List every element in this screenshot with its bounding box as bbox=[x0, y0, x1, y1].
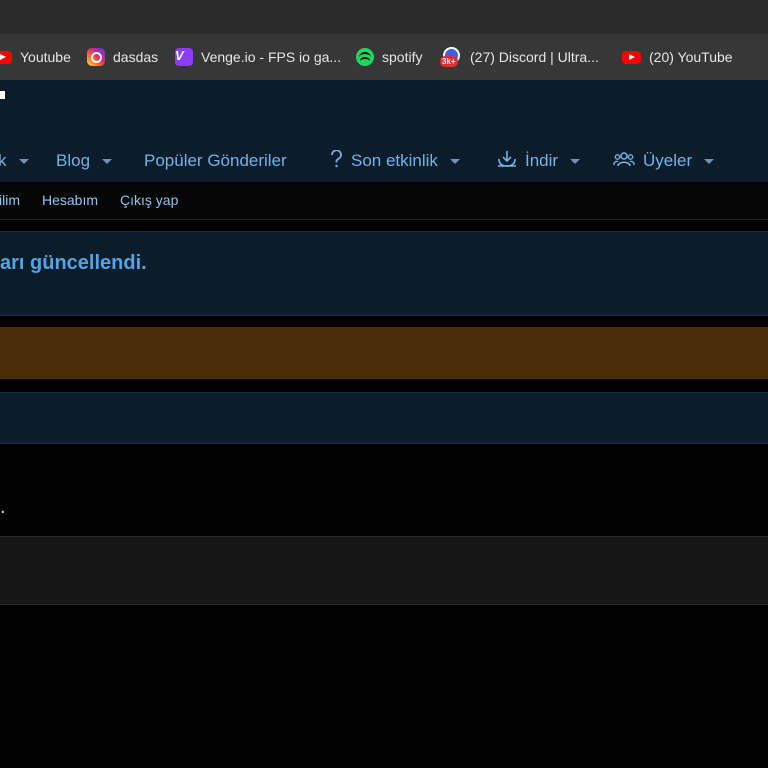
venge-icon: V bbox=[175, 48, 193, 66]
browser-title-bar bbox=[0, 0, 768, 34]
nav-label: Blog bbox=[56, 151, 91, 170]
bookmark-label: Venge.io - FPS io ga... bbox=[201, 49, 342, 65]
youtube-icon bbox=[0, 50, 12, 64]
content-block bbox=[0, 536, 768, 605]
nav-label: k bbox=[0, 151, 7, 170]
site-logo-fragment[interactable] bbox=[0, 91, 5, 99]
bookmark-label: dasdas bbox=[113, 49, 159, 65]
bookmark-venge[interactable]: V Venge.io - FPS io ga... bbox=[175, 34, 341, 80]
instagram-icon bbox=[87, 48, 105, 66]
chevron-down-icon[interactable] bbox=[704, 158, 715, 164]
subnav-link-profile[interactable]: ilim bbox=[0, 182, 20, 219]
bookmark-youtube[interactable]: Youtube bbox=[0, 34, 71, 80]
nav-label: Son etkinlik bbox=[351, 151, 438, 170]
nav-item-popular-posts[interactable]: Popüler Gönderiler bbox=[144, 148, 287, 174]
chevron-down-icon[interactable] bbox=[570, 158, 581, 164]
content-header-bar bbox=[0, 392, 768, 444]
users-icon bbox=[613, 151, 635, 172]
bookmarks-bar: Youtube dasdas V Venge.io - FPS io ga...… bbox=[0, 34, 768, 80]
notice-message: arı güncellendi. bbox=[0, 252, 147, 274]
bookmark-discord[interactable]: 3k+ (27) Discord | Ultra... bbox=[440, 34, 599, 80]
nav-item-forum[interactable]: k bbox=[0, 148, 29, 174]
bookmark-label: spotify bbox=[382, 49, 423, 65]
question-icon bbox=[330, 148, 343, 173]
notification-badge: 3k+ bbox=[440, 56, 458, 67]
nav-label: İndir bbox=[525, 151, 559, 170]
chevron-down-icon[interactable] bbox=[102, 158, 113, 164]
spotify-icon bbox=[356, 48, 374, 66]
body-text-fragment: . bbox=[0, 496, 6, 518]
subnav-link-account[interactable]: Hesabım bbox=[42, 182, 98, 219]
success-notice: arı güncellendi. bbox=[0, 231, 768, 316]
nav-label: Üyeler bbox=[643, 151, 693, 170]
bookmark-dasdas[interactable]: dasdas bbox=[87, 34, 158, 80]
nav-item-download[interactable]: İndir bbox=[497, 148, 581, 174]
nav-item-members[interactable]: Üyeler bbox=[613, 148, 715, 174]
nav-item-recent-activity[interactable]: Son etkinlik bbox=[330, 148, 460, 174]
warning-banner bbox=[0, 327, 768, 379]
account-subnav: ilim Hesabım Çıkış yap bbox=[0, 182, 768, 220]
nav-item-blog[interactable]: Blog bbox=[56, 148, 113, 174]
chevron-down-icon[interactable] bbox=[18, 158, 29, 164]
bookmark-label: (20) YouTube bbox=[649, 49, 733, 65]
youtube-icon bbox=[622, 50, 641, 64]
bookmark-label: Youtube bbox=[20, 49, 71, 65]
download-icon bbox=[497, 150, 517, 173]
nav-label: Popüler Gönderiler bbox=[144, 151, 287, 170]
chevron-down-icon[interactable] bbox=[449, 158, 460, 164]
bookmark-label: (27) Discord | Ultra... bbox=[470, 49, 599, 65]
subnav-link-logout[interactable]: Çıkış yap bbox=[120, 182, 178, 219]
bookmark-spotify[interactable]: spotify bbox=[356, 34, 422, 80]
discord-icon: 3k+ bbox=[440, 47, 462, 67]
bookmark-youtube-2[interactable]: (20) YouTube bbox=[622, 34, 733, 80]
